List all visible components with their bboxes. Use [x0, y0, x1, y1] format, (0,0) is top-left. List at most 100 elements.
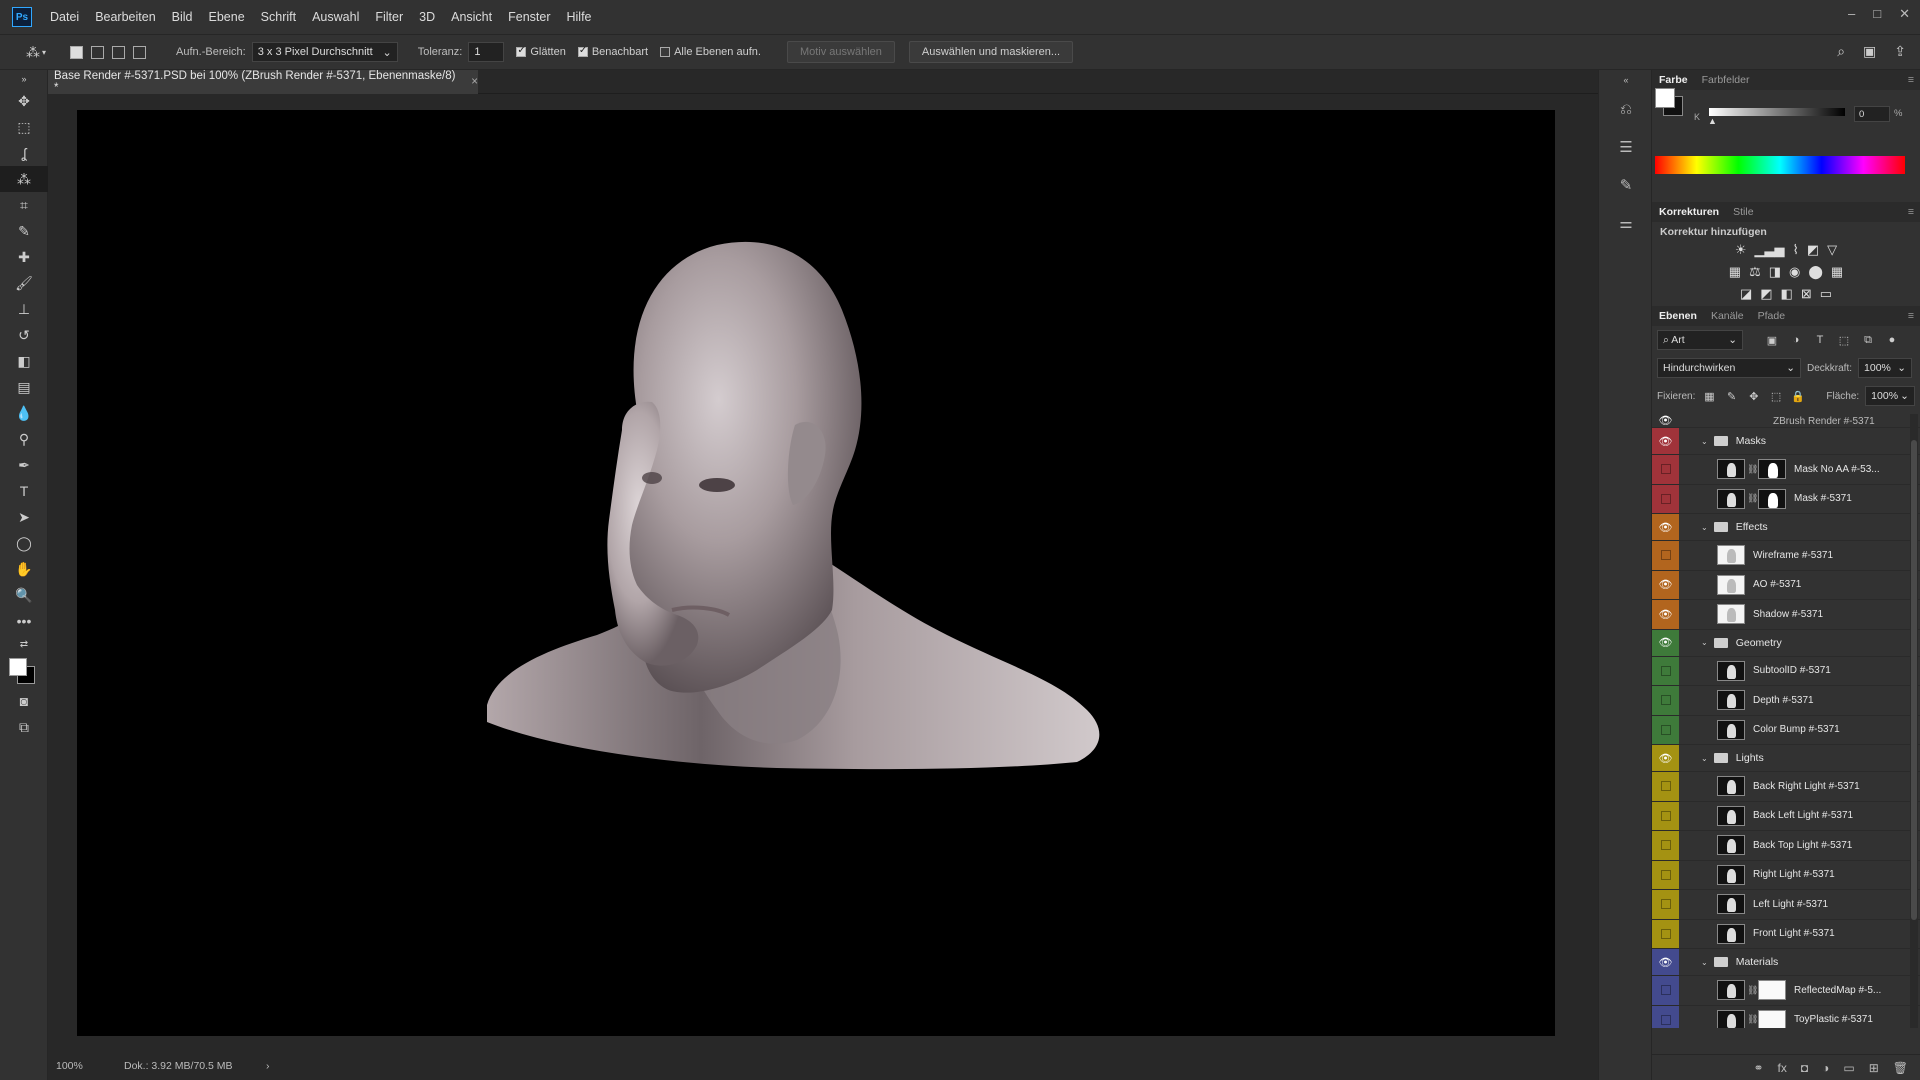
visibility-eye-icon[interactable]: 👁 [1652, 949, 1679, 975]
minimize-icon[interactable]: – [1848, 6, 1855, 22]
layer-row[interactable]: Wireframe #-5371 [1652, 541, 1920, 571]
contiguous-checkbox[interactable]: Benachbart [577, 45, 648, 58]
magic-wand-tool-icon[interactable]: ⁂ [0, 166, 48, 192]
chevron-down-icon[interactable]: ⌄ [1701, 523, 1708, 532]
visibility-off-icon[interactable] [1652, 772, 1679, 801]
menu-ansicht[interactable]: Ansicht [443, 10, 500, 24]
filter-toggle-icon[interactable]: ● [1883, 334, 1901, 346]
checkbox-checked-icon[interactable] [577, 45, 588, 57]
visibility-off-icon[interactable] [1652, 686, 1679, 715]
visibility-box-icon[interactable] [1660, 695, 1671, 706]
invert-icon[interactable]: ◪ [1740, 286, 1752, 302]
filter-type-icon[interactable]: T [1811, 334, 1829, 346]
maximize-icon[interactable]: □ [1873, 6, 1881, 22]
layer-group-row[interactable]: 👁 ⌄ Lights [1652, 745, 1920, 772]
zoom-level[interactable]: 100% [56, 1060, 104, 1072]
k-slider-thumb-icon[interactable]: ▲ [1708, 116, 1717, 126]
layer-thumbnail[interactable] [1717, 805, 1745, 826]
layer-row[interactable]: Front Light #-5371 [1652, 919, 1920, 949]
layer-filter-select[interactable]: ⌕ Art ⌄ [1657, 330, 1743, 350]
layer-thumbnail[interactable] [1717, 459, 1745, 480]
workspace-icon[interactable]: ▣ [1863, 43, 1876, 60]
tab-stile[interactable]: Stile [1726, 206, 1760, 218]
move-tool-icon[interactable]: ✥ [0, 88, 48, 114]
panel-menu-icon[interactable]: ≡ [1908, 206, 1914, 218]
menu-auswahl[interactable]: Auswahl [304, 10, 367, 24]
tab-korrekturen[interactable]: Korrekturen [1652, 206, 1726, 218]
chevron-down-icon[interactable]: ⌄ [1701, 958, 1708, 967]
layer-row[interactable]: Back Left Light #-5371 [1652, 801, 1920, 831]
menu-filter[interactable]: Filter [367, 10, 411, 24]
magic-wand-icon[interactable]: ⁂ [26, 44, 40, 61]
filter-adjustment-icon[interactable]: ◑ [1787, 334, 1805, 346]
menu-fenster[interactable]: Fenster [500, 10, 558, 24]
clone-stamp-tool-icon[interactable]: ⊥ [0, 296, 48, 322]
layer-thumbnail[interactable] [1717, 776, 1745, 797]
share-icon[interactable]: ⇪ [1894, 43, 1906, 60]
filter-pixel-icon[interactable]: ▣ [1763, 334, 1781, 347]
sample-all-layers-checkbox[interactable]: Alle Ebenen aufn. [660, 46, 761, 58]
layer-row-zbrush-render[interactable]: 👁 ZBrush Render #-5371 [1652, 414, 1920, 428]
visibility-off-icon[interactable] [1652, 1005, 1679, 1028]
menu-schrift[interactable]: Schrift [253, 10, 304, 24]
visibility-eye-icon[interactable]: 👁 [1652, 600, 1679, 629]
screen-mode-icon[interactable]: ⧉ [0, 714, 48, 740]
visibility-box-icon[interactable] [1660, 840, 1671, 851]
eyedropper-tool-icon[interactable]: ✎ [0, 218, 48, 244]
close-icon[interactable]: ✕ [1899, 6, 1910, 22]
menu-bild[interactable]: Bild [164, 10, 201, 24]
visibility-off-icon[interactable] [1652, 541, 1679, 570]
foreground-color-swatch[interactable] [1655, 88, 1675, 108]
exposure-icon[interactable]: ◩ [1807, 242, 1819, 258]
layer-thumbnail[interactable] [1717, 660, 1745, 681]
chevron-down-icon[interactable]: ⌄ [1701, 437, 1708, 446]
new-adjustment-icon[interactable]: ◑ [1822, 1061, 1829, 1075]
visibility-eye-icon[interactable]: 👁 [1652, 414, 1679, 427]
layer-thumbnail[interactable] [1717, 864, 1745, 885]
layer-row[interactable]: ⛓ Mask #-5371 [1652, 484, 1920, 514]
layer-group-row[interactable]: 👁 ⌄ Masks [1652, 428, 1920, 455]
visibility-off-icon[interactable] [1652, 484, 1679, 513]
dodge-tool-icon[interactable]: ⚲ [0, 426, 48, 452]
document-tab[interactable]: Base Render #-5371.PSD bei 100% (ZBrush … [48, 70, 478, 94]
collapse-icon[interactable]: » [0, 70, 48, 88]
layer-thumbnail[interactable] [1717, 980, 1745, 1001]
tab-farbfelder[interactable]: Farbfelder [1695, 74, 1757, 86]
mask-link-icon[interactable]: ⛓ [1747, 493, 1758, 504]
layer-mask-thumbnail[interactable] [1758, 459, 1786, 480]
lock-all-icon[interactable]: 🔒 [1790, 390, 1806, 403]
layers-scrollbar[interactable] [1910, 414, 1918, 1028]
panel-menu-icon[interactable]: ≡ [1908, 310, 1914, 322]
crop-tool-icon[interactable]: ⌗ [0, 192, 48, 218]
layer-thumbnail[interactable] [1717, 488, 1745, 509]
layer-row[interactable]: Depth #-5371 [1652, 686, 1920, 716]
tolerance-input[interactable]: 1 [468, 42, 505, 62]
visibility-eye-icon[interactable]: 👁 [1652, 428, 1679, 454]
layer-thumbnail[interactable] [1717, 719, 1745, 740]
layer-row[interactable]: 👁 Shadow #-5371 [1652, 600, 1920, 630]
visibility-box-icon[interactable] [1660, 665, 1671, 676]
type-tool-icon[interactable]: T [0, 478, 48, 504]
threshold-icon[interactable]: ◧ [1781, 286, 1793, 302]
visibility-eye-icon[interactable]: 👁 [1652, 629, 1679, 656]
visibility-off-icon[interactable] [1652, 656, 1679, 685]
visibility-box-icon[interactable] [1660, 781, 1671, 792]
document-canvas[interactable] [77, 110, 1555, 1036]
visibility-off-icon[interactable] [1652, 919, 1679, 948]
path-selection-tool-icon[interactable]: ➤ [0, 504, 48, 530]
foreground-color-swatch[interactable] [9, 658, 27, 676]
layer-row[interactable]: Back Top Light #-5371 [1652, 831, 1920, 861]
new-group-icon[interactable]: ▭ [1843, 1061, 1854, 1075]
fx-icon[interactable]: fx [1778, 1061, 1787, 1075]
layer-row[interactable]: Right Light #-5371 [1652, 860, 1920, 890]
subtract-selection-icon[interactable] [112, 45, 126, 59]
visibility-off-icon[interactable] [1652, 455, 1679, 484]
layer-thumbnail[interactable] [1717, 923, 1745, 944]
visibility-box-icon[interactable] [1660, 464, 1671, 475]
add-selection-icon[interactable] [91, 45, 105, 59]
layer-group-row[interactable]: 👁 ⌄ Effects [1652, 514, 1920, 541]
layer-row[interactable]: SubtoolID #-5371 [1652, 656, 1920, 686]
color-swatches[interactable] [0, 654, 48, 688]
chevron-down-icon[interactable]: ⌄ [1701, 754, 1708, 763]
menu-hilfe[interactable]: Hilfe [559, 10, 600, 24]
